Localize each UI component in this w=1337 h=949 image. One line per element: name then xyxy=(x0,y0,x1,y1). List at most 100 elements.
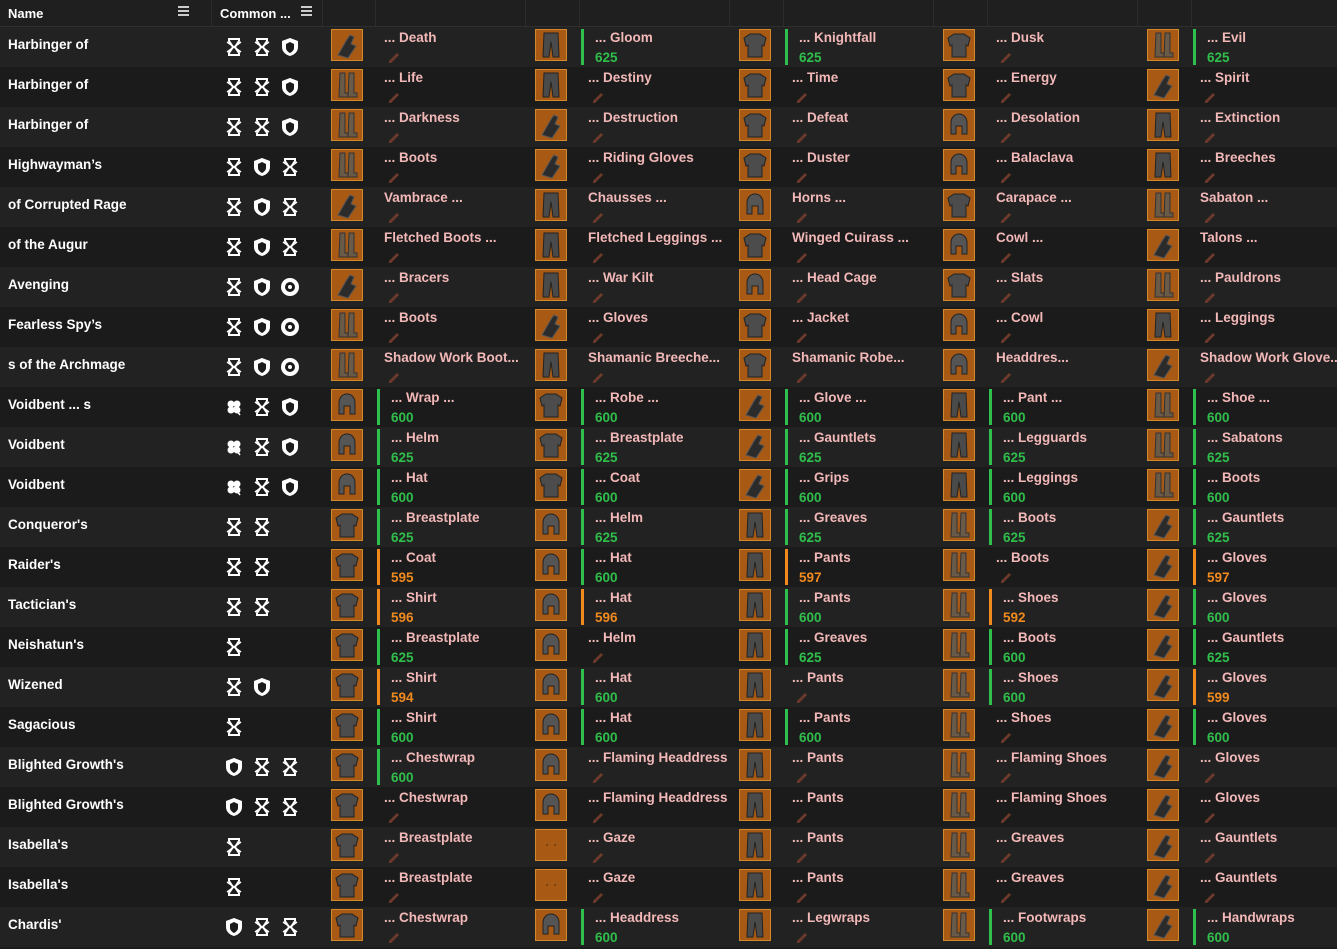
edit-pencil-icon[interactable] xyxy=(795,849,809,863)
edit-pencil-icon[interactable] xyxy=(999,849,1013,863)
edit-pencil-icon[interactable] xyxy=(591,889,605,903)
pants-item-thumbnail[interactable] xyxy=(739,549,771,581)
pants-item-thumbnail[interactable] xyxy=(739,829,771,861)
item-name[interactable]: ... Gauntlets xyxy=(799,430,876,445)
chest-item-thumbnail[interactable] xyxy=(331,829,363,861)
edit-pencil-icon[interactable] xyxy=(999,129,1013,143)
edit-pencil-icon[interactable] xyxy=(795,289,809,303)
item-name[interactable]: ... Chestwrap xyxy=(384,910,468,925)
chest-item-thumbnail[interactable] xyxy=(331,749,363,781)
table-row[interactable]: Conqueror's ... Breastplate 625 ... Helm 625… xyxy=(0,507,1337,547)
edit-pencil-icon[interactable] xyxy=(1203,289,1217,303)
item-name[interactable]: ... Gloves xyxy=(1207,550,1267,565)
chest-item-thumbnail[interactable] xyxy=(943,29,975,61)
item-name[interactable]: ... Breeches xyxy=(1200,150,1276,165)
edit-pencil-icon[interactable] xyxy=(591,169,605,183)
item-name[interactable]: Horns ... xyxy=(792,190,846,205)
chest-item-thumbnail[interactable] xyxy=(739,149,771,181)
edit-pencil-icon[interactable] xyxy=(999,249,1013,263)
helm-item-thumbnail[interactable] xyxy=(943,309,975,341)
edit-pencil-icon[interactable] xyxy=(1203,129,1217,143)
boots-item-thumbnail[interactable] xyxy=(943,549,975,581)
glove-item-thumbnail[interactable] xyxy=(739,429,771,461)
edit-pencil-icon[interactable] xyxy=(795,769,809,783)
edit-pencil-icon[interactable] xyxy=(591,769,605,783)
item-name[interactable]: ... Gloves xyxy=(588,310,648,325)
item-name[interactable]: ... Pants xyxy=(792,670,844,685)
item-name[interactable]: ... Coat xyxy=(391,550,436,565)
item-name[interactable]: ... Headdress xyxy=(595,910,679,925)
table-row[interactable]: of the Augur Fletched Boots ... Fletched L… xyxy=(0,227,1337,267)
item-name[interactable]: ... Boots xyxy=(1003,510,1056,525)
boots-item-thumbnail[interactable] xyxy=(943,669,975,701)
glove-item-thumbnail[interactable] xyxy=(1147,709,1179,741)
helm-item-thumbnail[interactable] xyxy=(535,909,567,941)
pants-item-thumbnail[interactable] xyxy=(535,269,567,301)
boots-item-thumbnail[interactable] xyxy=(943,589,975,621)
edit-pencil-icon[interactable] xyxy=(795,89,809,103)
item-name[interactable]: ... Legguards xyxy=(1003,430,1087,445)
helm-item-thumbnail[interactable] xyxy=(943,229,975,261)
edit-pencil-icon[interactable] xyxy=(999,769,1013,783)
table-row[interactable]: Voidbent ... Hat 600 ... Coat 600 ... Grips 60… xyxy=(0,467,1337,507)
chest-item-thumbnail[interactable] xyxy=(535,389,567,421)
item-name[interactable]: ... Footwraps xyxy=(1003,910,1086,925)
helm-item-thumbnail[interactable] xyxy=(943,349,975,381)
table-row[interactable]: Voidbent ... s ... Wrap ... 600 ... Robe ..… xyxy=(0,387,1337,427)
item-name[interactable]: Fletched Leggings ... xyxy=(588,230,722,245)
helm-item-thumbnail[interactable] xyxy=(535,589,567,621)
item-name[interactable]: ... Balaclava xyxy=(996,150,1073,165)
item-name[interactable]: ... Gloves xyxy=(1207,710,1267,725)
item-name[interactable]: ... Chestwrap xyxy=(391,750,475,765)
glove-item-thumbnail[interactable] xyxy=(331,269,363,301)
item-name[interactable]: ... Boots xyxy=(996,550,1049,565)
chest-item-thumbnail[interactable] xyxy=(739,69,771,101)
item-name[interactable]: ... Defeat xyxy=(792,110,848,125)
edit-pencil-icon[interactable] xyxy=(795,689,809,703)
item-name[interactable]: ... Leggings xyxy=(1003,470,1078,485)
header-item2-thumb-cell[interactable] xyxy=(526,0,580,26)
item-name[interactable]: Carapace ... xyxy=(996,190,1072,205)
item-name[interactable]: Shamanic Robe... xyxy=(792,350,905,365)
edit-pencil-icon[interactable] xyxy=(387,209,401,223)
boots-item-thumbnail[interactable] xyxy=(331,109,363,141)
item-name[interactable]: ... Pauldrons xyxy=(1200,270,1281,285)
item-name[interactable]: ... Gaze xyxy=(588,870,635,885)
edit-pencil-icon[interactable] xyxy=(387,169,401,183)
item-name[interactable]: ... Jacket xyxy=(792,310,849,325)
boots-item-thumbnail[interactable] xyxy=(943,909,975,941)
pants-item-thumbnail[interactable] xyxy=(1147,109,1179,141)
item-name[interactable]: ... Greaves xyxy=(799,510,867,525)
edit-pencil-icon[interactable] xyxy=(387,329,401,343)
table-row[interactable]: Wizened ... Shirt 594 ... Hat 600 ... Pants..… xyxy=(0,667,1337,707)
item-name[interactable]: ... Robe ... xyxy=(595,390,659,405)
edit-pencil-icon[interactable] xyxy=(591,89,605,103)
table-row[interactable]: Raider's ... Coat 595 ... Hat 600 ... Pants 59… xyxy=(0,547,1337,587)
item-name[interactable]: Cowl ... xyxy=(996,230,1043,245)
edit-pencil-icon[interactable] xyxy=(591,249,605,263)
helm-item-thumbnail[interactable] xyxy=(739,269,771,301)
item-name[interactable]: Chausses ... xyxy=(588,190,667,205)
glove-item-thumbnail[interactable] xyxy=(1147,589,1179,621)
item-name[interactable]: ... Grips xyxy=(799,470,849,485)
edit-pencil-icon[interactable] xyxy=(795,889,809,903)
item-name[interactable]: ... Desolation xyxy=(996,110,1080,125)
glove-item-thumbnail[interactable] xyxy=(535,309,567,341)
edit-pencil-icon[interactable] xyxy=(1203,769,1217,783)
item-name[interactable]: ... Boots xyxy=(1003,630,1056,645)
item-name[interactable]: ... Pants xyxy=(792,870,844,885)
table-row[interactable]: Tactician's ... Shirt 596 ... Hat 596 ... Pan… xyxy=(0,587,1337,627)
glove-item-thumbnail[interactable] xyxy=(535,109,567,141)
chest-item-thumbnail[interactable] xyxy=(739,349,771,381)
item-name[interactable]: ... Shirt xyxy=(391,590,437,605)
item-name[interactable]: ... Gloom xyxy=(595,30,653,45)
boots-item-thumbnail[interactable] xyxy=(1147,389,1179,421)
edit-pencil-icon[interactable] xyxy=(591,369,605,383)
boots-item-thumbnail[interactable] xyxy=(1147,469,1179,501)
item-name[interactable]: Talons ... xyxy=(1200,230,1258,245)
edit-pencil-icon[interactable] xyxy=(795,809,809,823)
item-name[interactable]: ... Pants xyxy=(792,790,844,805)
chest-item-thumbnail[interactable] xyxy=(331,709,363,741)
edit-pencil-icon[interactable] xyxy=(999,89,1013,103)
table-row[interactable]: Neishatun's ... Breastplate 625 ... Helm...… xyxy=(0,627,1337,667)
